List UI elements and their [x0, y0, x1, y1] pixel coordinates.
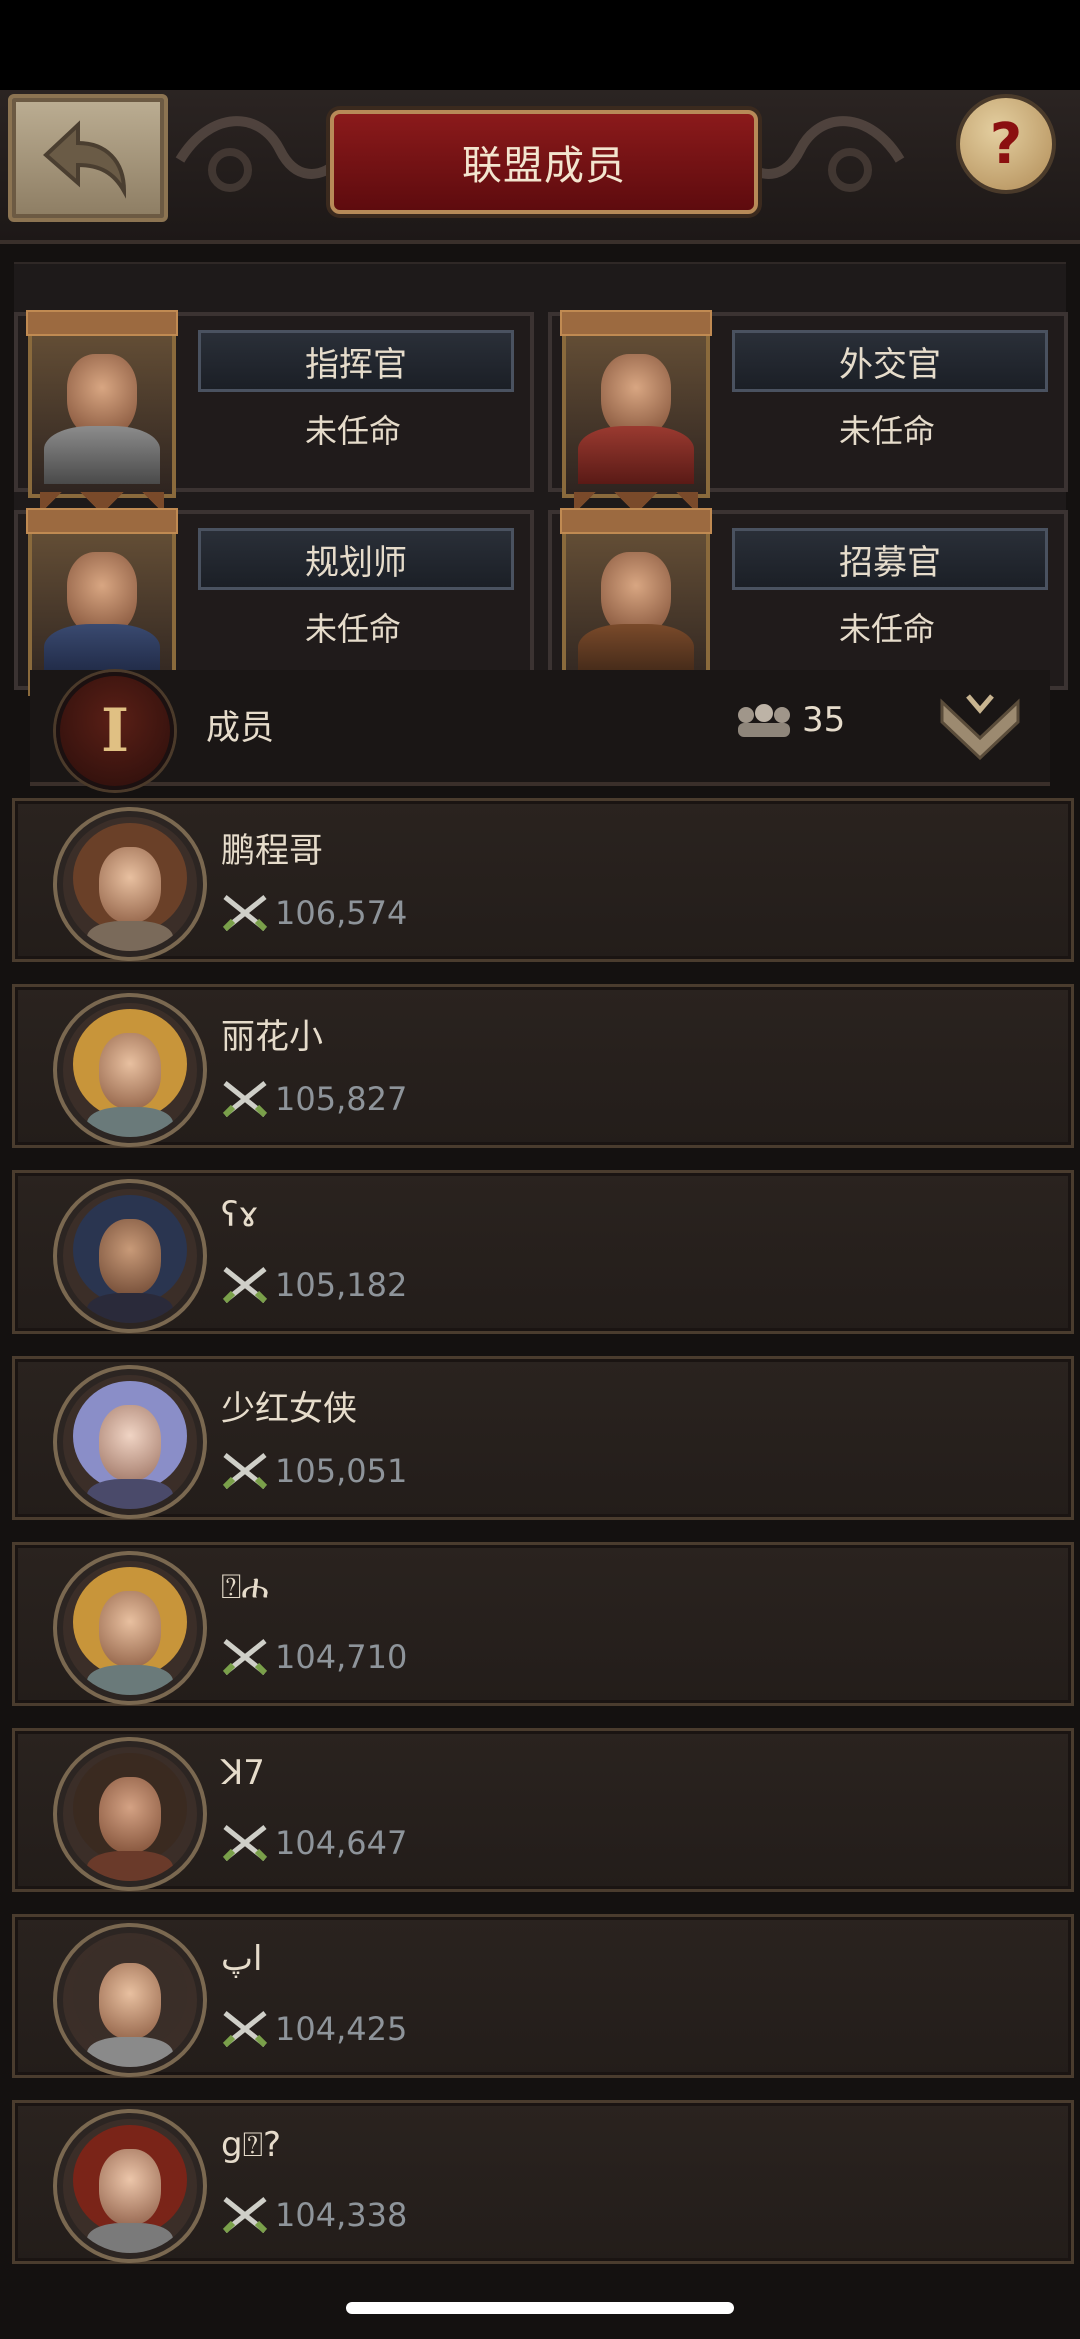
- officer-card-planner[interactable]: 规划师 未任命: [14, 508, 534, 716]
- crossed-swords-icon: [222, 1453, 268, 1490]
- officer-status: 未任命: [838, 412, 935, 450]
- members-group-icon: [738, 704, 790, 737]
- home-indicator[interactable]: [346, 2302, 734, 2314]
- member-avatar: [57, 1741, 203, 1887]
- officer-portrait: [26, 508, 178, 716]
- members-count: 35: [736, 700, 845, 740]
- member-avatar: [57, 1555, 203, 1701]
- member-row[interactable]: 鹏程哥 106,574: [12, 798, 1074, 962]
- rank-badge: I: [56, 672, 174, 790]
- member-power: 105,051: [221, 1451, 407, 1491]
- crossed-swords-icon: [222, 1267, 268, 1304]
- member-name: ⍰ሐ: [221, 1567, 269, 1607]
- member-name: ꓘ7: [221, 1753, 265, 1793]
- crossed-swords-icon: [222, 2197, 268, 2234]
- crossed-swords-icon: [222, 895, 268, 932]
- member-name: 少红女侠: [221, 1389, 357, 1429]
- crossed-swords-icon: [222, 1639, 268, 1676]
- officer-portrait: [560, 508, 712, 716]
- crossed-swords-icon: [222, 2011, 268, 2048]
- member-name: 鹏程哥: [221, 831, 323, 871]
- members-count-value: 35: [802, 700, 846, 740]
- member-power: 105,827: [221, 1079, 407, 1119]
- officer-status: 未任命: [304, 412, 401, 450]
- member-row[interactable]: ꓘ7 104,647: [12, 1728, 1074, 1892]
- members-label: 成员: [206, 708, 274, 748]
- members-bar[interactable]: I 成员 35: [30, 670, 1050, 790]
- officer-card-commander[interactable]: 指挥官 未任命: [14, 310, 534, 518]
- officer-role: 外交官: [732, 330, 1048, 392]
- page-title: 联盟成员: [330, 110, 758, 214]
- member-name: اپ: [221, 1939, 263, 1979]
- status-bar: [0, 0, 1080, 90]
- member-row[interactable]: ʕɤ 105,182: [12, 1170, 1074, 1334]
- member-avatar: [57, 1927, 203, 2073]
- member-power: 104,647: [221, 1823, 407, 1863]
- officer-portrait: [560, 310, 712, 518]
- member-row[interactable]: ⍰ሐ 104,710: [12, 1542, 1074, 1706]
- member-avatar: [57, 997, 203, 1143]
- member-row[interactable]: g⍰? 104,338: [12, 2100, 1074, 2264]
- member-name: g⍰?: [221, 2125, 282, 2165]
- officer-portrait: [26, 310, 178, 518]
- member-avatar: [57, 1183, 203, 1329]
- officer-role: 招募官: [732, 528, 1048, 590]
- crossed-swords-icon: [222, 1825, 268, 1862]
- help-button[interactable]: ?: [956, 94, 1056, 194]
- header: 联盟成员 ?: [0, 90, 1080, 244]
- member-power: 104,710: [221, 1637, 407, 1677]
- officer-status: 未任命: [304, 610, 401, 648]
- officer-role: 规划师: [198, 528, 514, 590]
- officer-card-recruiter[interactable]: 招募官 未任命: [548, 508, 1068, 716]
- officers-panel: 指挥官 未任命 外交官 未任命 规划师 未任命 招募官 未任命: [14, 262, 1068, 716]
- member-power: 104,338: [221, 2195, 407, 2235]
- member-avatar: [57, 811, 203, 957]
- member-power: 105,182: [221, 1265, 407, 1305]
- chevron-down-icon[interactable]: [938, 688, 1022, 760]
- member-avatar: [57, 2113, 203, 2259]
- member-power: 104,425: [221, 2009, 407, 2049]
- back-button[interactable]: [8, 94, 168, 222]
- member-name: 丽花小: [221, 1017, 323, 1057]
- officer-role: 指挥官: [198, 330, 514, 392]
- officer-status: 未任命: [838, 610, 935, 648]
- member-row[interactable]: اپ 104,425: [12, 1914, 1074, 2078]
- member-row[interactable]: 少红女侠 105,051: [12, 1356, 1074, 1520]
- back-arrow-icon: [43, 120, 127, 199]
- ornament-left: [175, 116, 344, 192]
- member-row[interactable]: 丽花小 105,827: [12, 984, 1074, 1148]
- member-power: 106,574: [221, 893, 407, 933]
- member-avatar: [57, 1369, 203, 1515]
- crossed-swords-icon: [222, 1081, 268, 1118]
- member-name: ʕɤ: [221, 1195, 259, 1235]
- officer-card-diplomat[interactable]: 外交官 未任命: [548, 310, 1068, 518]
